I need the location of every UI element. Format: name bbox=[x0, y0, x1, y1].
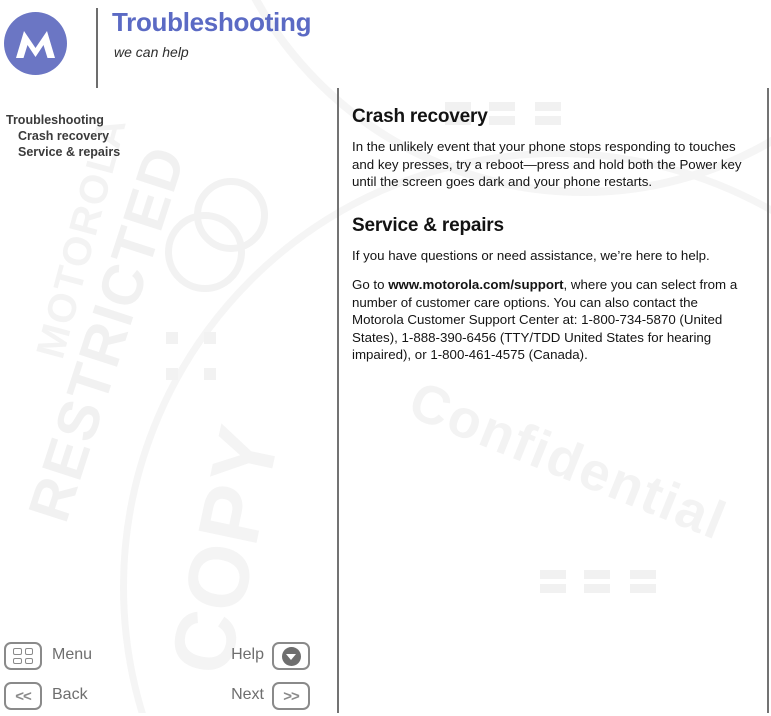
back-label[interactable]: Back bbox=[52, 686, 88, 704]
bottom-nav: Menu Help << Back Next >> bbox=[0, 638, 330, 713]
main-content: Crash recovery In the unlikely event tha… bbox=[352, 106, 752, 376]
section-heading-crash-recovery: Crash recovery bbox=[352, 106, 488, 127]
bottom-nav-row-primary: Menu Help bbox=[0, 638, 330, 676]
page-header: Troubleshooting we can help bbox=[0, 0, 771, 88]
support-prefix: Go to bbox=[352, 277, 389, 292]
double-chevron-left-icon: << bbox=[15, 687, 32, 705]
next-label[interactable]: Next bbox=[222, 686, 264, 704]
grid-menu-icon bbox=[13, 648, 33, 664]
menu-button[interactable] bbox=[4, 642, 42, 670]
right-edge-divider bbox=[767, 88, 769, 713]
sidebar-item-label: Crash recovery bbox=[18, 129, 110, 143]
page-root: Troubleshooting we can help Troubleshoot… bbox=[0, 0, 771, 713]
double-chevron-right-icon: >> bbox=[283, 687, 300, 705]
help-button[interactable] bbox=[272, 642, 310, 670]
support-url[interactable]: www.motorola.com/support bbox=[388, 277, 563, 292]
back-button[interactable]: << bbox=[4, 682, 42, 710]
paragraph-service-intro: If you have questions or need assistance… bbox=[352, 247, 710, 263]
paragraph-crash-recovery: In the unlikely event that your phone st… bbox=[352, 139, 742, 189]
sidebar-item-service-repairs[interactable]: Service & repairs bbox=[0, 144, 330, 160]
page-title: Troubleshooting bbox=[112, 7, 312, 37]
bottom-nav-row-secondary: << Back Next >> bbox=[0, 678, 330, 716]
sidebar-item-label: Service & repairs bbox=[18, 145, 121, 159]
next-button[interactable]: >> bbox=[272, 682, 310, 710]
sidebar-nav: Troubleshooting Crash recovery Service &… bbox=[0, 112, 330, 160]
help-label[interactable]: Help bbox=[222, 646, 264, 664]
page-subtitle: we can help bbox=[114, 44, 189, 60]
sidebar-item-troubleshooting[interactable]: Troubleshooting bbox=[0, 112, 330, 128]
header-divider bbox=[96, 8, 98, 88]
help-down-arrow-icon bbox=[281, 646, 301, 666]
section-heading-service-repairs: Service & repairs bbox=[352, 214, 504, 236]
menu-label[interactable]: Menu bbox=[52, 646, 92, 664]
column-divider bbox=[337, 88, 339, 713]
sidebar-item-crash-recovery[interactable]: Crash recovery bbox=[0, 128, 330, 144]
motorola-logo-icon bbox=[4, 12, 67, 75]
sidebar-item-label: Troubleshooting bbox=[6, 113, 104, 127]
paragraph-support-contact: Go to www.motorola.com/support, where yo… bbox=[352, 276, 752, 364]
